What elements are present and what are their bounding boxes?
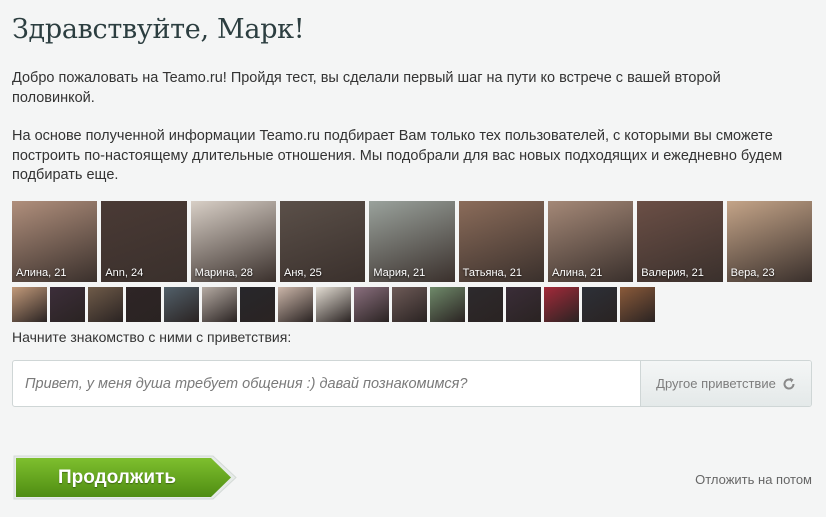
greeting-prompt: Начните знакомство с ними с приветствия:: [12, 329, 292, 345]
match-thumbnail[interactable]: [392, 287, 427, 322]
match-photo[interactable]: Аня, 25: [279, 201, 366, 282]
match-photo[interactable]: Марина, 28: [190, 201, 276, 282]
match-thumbnail[interactable]: [164, 287, 199, 322]
match-name-label: Марина, 28: [194, 267, 253, 279]
continue-button[interactable]: Продолжить: [13, 455, 237, 500]
greeting-input[interactable]: [13, 361, 640, 406]
match-name-label: Алина, 21: [16, 267, 67, 279]
continue-label: Продолжить: [57, 467, 177, 488]
match-thumbnail[interactable]: [316, 287, 351, 322]
match-thumbnail[interactable]: [620, 287, 655, 322]
match-name-label: Валерия, 21: [641, 267, 704, 279]
match-thumbnail[interactable]: [354, 287, 389, 322]
match-thumbnail[interactable]: [506, 287, 541, 322]
match-name-label: Алина, 21: [551, 267, 603, 279]
greeting-box: Другое приветствие: [12, 360, 812, 407]
match-photo[interactable]: Алина, 21: [547, 201, 634, 282]
match-thumbnail[interactable]: [544, 287, 579, 322]
match-thumbnail[interactable]: [430, 287, 465, 322]
match-thumbnail[interactable]: [278, 287, 313, 322]
match-thumbnail[interactable]: [12, 287, 47, 322]
match-thumbnail[interactable]: [50, 287, 85, 322]
welcome-text: Добро пожаловать на Teamo.ru! Пройдя тес…: [12, 70, 721, 106]
match-name-label: Аня, 25: [283, 267, 322, 279]
match-photo[interactable]: Вера, 23: [726, 201, 812, 282]
match-name-label: Мария, 21: [373, 267, 426, 279]
match-thumbnail[interactable]: [240, 287, 275, 322]
match-name-label: Ann, 24: [105, 267, 144, 279]
match-thumbnail[interactable]: [468, 287, 503, 322]
match-photo[interactable]: Валерия, 21: [637, 201, 723, 282]
other-greeting-label: Другое приветствие: [656, 376, 776, 391]
other-greeting-button[interactable]: Другое приветствие: [640, 361, 811, 406]
match-thumbnail[interactable]: [126, 287, 161, 322]
matching-info-text: На основе полученной информации Teamo.ru…: [12, 128, 783, 183]
match-thumbnail[interactable]: [88, 287, 123, 322]
match-thumbnail[interactable]: [202, 287, 237, 322]
match-name-label: Татьяна, 21: [462, 267, 523, 279]
match-photos: Алина, 21 Ann, 24 Марина, 28 Аня, 25 Мария, …: [12, 201, 812, 282]
page-title: Здравствуйте, Марк!: [12, 14, 305, 45]
match-photo[interactable]: Мария, 21: [369, 201, 455, 282]
match-thumbnails: [12, 287, 655, 322]
match-photo[interactable]: Татьяна, 21: [458, 201, 544, 282]
postpone-link[interactable]: Отложить на потом: [695, 472, 812, 487]
match-photo[interactable]: Алина, 21: [12, 201, 98, 282]
match-name-label: Вера, 23: [730, 267, 775, 279]
match-photo[interactable]: Ann, 24: [101, 201, 187, 282]
match-thumbnail[interactable]: [582, 287, 617, 322]
refresh-icon: [782, 377, 796, 391]
